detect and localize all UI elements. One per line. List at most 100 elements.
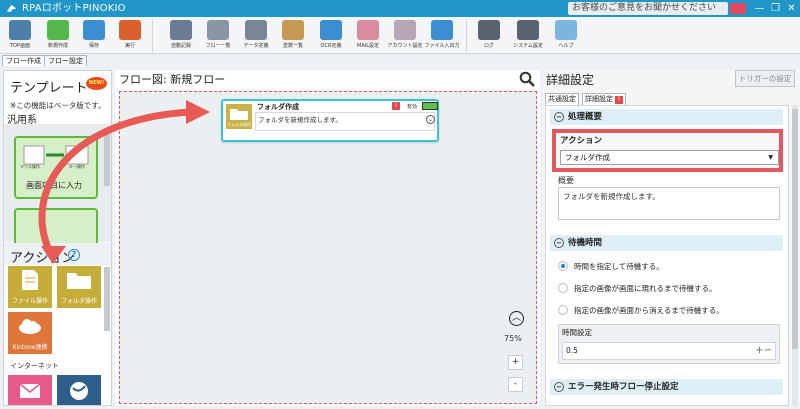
- wait-appear-radio[interactable]: [558, 283, 568, 293]
- wait-disappear-radio[interactable]: [558, 305, 568, 315]
- flow-node[interactable]: フォルダ操作 フォルダ作成 ! 有効 フォルダを新規作成します。 ⌄: [221, 99, 439, 142]
- help-icon[interactable]: ?: [68, 249, 80, 261]
- action-label: アクション: [560, 136, 603, 146]
- detail-title: 詳細設定: [546, 73, 595, 87]
- toolbar-flow-list-button[interactable]: フロー一覧: [200, 19, 236, 53]
- time-setting-label: 時間設定: [562, 328, 592, 337]
- enabled-label: 有効: [407, 104, 418, 110]
- template-sub-key: キー操作: [69, 164, 85, 169]
- app-logo-icon: [6, 4, 17, 13]
- toolbar-record-button[interactable]: 自動記録: [163, 19, 199, 53]
- new-badge: NEW!: [86, 77, 107, 90]
- account-icon: [394, 20, 416, 40]
- action-title: アクション: [10, 251, 75, 266]
- time-setting-group: 時間設定 0.5 +−: [558, 324, 780, 364]
- toolbar-account-button[interactable]: アカウント設定: [387, 19, 423, 53]
- toolbar-settings-button[interactable]: システム設定: [510, 19, 546, 53]
- action-tile-browser[interactable]: [57, 375, 101, 405]
- stepper-icon[interactable]: +−: [755, 343, 772, 359]
- feedback-button[interactable]: お客様のご意見をお聞かせください: [568, 2, 728, 15]
- mail-icon: [357, 20, 379, 40]
- tab-detail-settings[interactable]: 詳細設定!: [582, 93, 626, 105]
- toolbar-data-button[interactable]: データ定義: [238, 19, 274, 53]
- title-bar: RPAロボットPINOKIO お客様のご意見をお聞かせください — ❐ ✕: [0, 0, 800, 17]
- home-icon: [9, 20, 31, 40]
- tab-flow-create[interactable]: フロー作成: [2, 55, 45, 66]
- action-tile-label: Kintone連携: [12, 344, 48, 351]
- toolbar: TOP画面 新規作成 保存 実行 自動記録 フロー一覧 データ定義 変数一覧 O…: [0, 17, 800, 54]
- collapse-icon: −: [554, 382, 564, 392]
- action-select[interactable]: フォルダ作成 ▼: [560, 150, 779, 165]
- toolbar-save-button[interactable]: 保存: [76, 19, 112, 53]
- main-tabs: フロー作成 フロー設定: [0, 54, 800, 66]
- toolbar-file-io-button[interactable]: ファイル入出力: [424, 19, 460, 53]
- section-wait-label: 待機時間: [568, 238, 603, 248]
- toolbar-log-button[interactable]: ログ: [471, 19, 507, 53]
- section-overview[interactable]: − 処理概要: [550, 109, 783, 125]
- left-panel: テンプレート NEW! ※この機能はベータ版です。 汎用系 マウス操作 キー操作…: [3, 70, 112, 406]
- template-title: テンプレート: [10, 81, 88, 96]
- section-wait[interactable]: − 待機時間: [550, 235, 783, 251]
- toolbar-new-button[interactable]: 新規作成: [40, 19, 76, 53]
- feedback-icon[interactable]: [730, 3, 746, 14]
- chevron-down-icon[interactable]: ⌄: [426, 115, 435, 124]
- action-tile-file[interactable]: ファイル操作: [8, 266, 52, 308]
- wait-time-radio[interactable]: [558, 261, 568, 271]
- search-icon[interactable]: [519, 71, 535, 87]
- scroll-thumb[interactable]: [792, 109, 798, 349]
- action-select-value: フォルダ作成: [565, 153, 610, 162]
- template-scrollbar[interactable]: [104, 128, 110, 186]
- collapse-icon: −: [554, 238, 564, 248]
- action-tile-label: ファイル操作: [11, 298, 48, 305]
- tab-flow-settings[interactable]: フロー設定: [44, 55, 87, 66]
- toolbar-top-button[interactable]: TOP画面: [2, 19, 38, 53]
- wait-option-label: 指定の画像が画面から消えるまで待機する。: [574, 306, 724, 315]
- minimize-button[interactable]: —: [751, 0, 768, 17]
- toolbar-variable-button[interactable]: 変数一覧: [275, 19, 311, 53]
- action-highlight-box: アクション フォルダ作成 ▼: [552, 129, 783, 172]
- file-icon: [22, 270, 38, 290]
- chevron-up-icon[interactable]: ︿: [509, 311, 524, 326]
- template-card[interactable]: マウス操作 キー操作 画面項目に入力: [14, 136, 98, 199]
- toolbar-help-button[interactable]: ヘルプ: [548, 19, 584, 53]
- warning-icon: !: [392, 102, 400, 110]
- detail-scrollbar[interactable]: [792, 105, 798, 406]
- variable-icon: [282, 20, 304, 40]
- internet-category: インターネット: [10, 362, 59, 370]
- wait-option-label: 指定の画像が画面に現れるまで待機する。: [574, 284, 717, 293]
- action-tile-kintone[interactable]: Kintone連携: [8, 312, 52, 354]
- action-tile-mail[interactable]: [8, 375, 52, 405]
- template-card[interactable]: [14, 208, 98, 248]
- folder-icon: フォルダ操作: [226, 104, 252, 129]
- toolbar-mail-button[interactable]: MAIL設定: [350, 19, 386, 53]
- trigger-settings-button[interactable]: トリガーの設定: [735, 70, 795, 87]
- zoom-level: 75%: [504, 334, 522, 343]
- maximize-button[interactable]: ❐: [767, 0, 784, 17]
- record-icon: [170, 20, 192, 40]
- window-title: RPAロボットPINOKIO: [22, 3, 126, 14]
- log-icon: [478, 20, 500, 40]
- action-scrollbar[interactable]: [104, 267, 110, 331]
- new-icon: [47, 20, 69, 40]
- ocr-icon: [320, 20, 342, 40]
- flow-canvas[interactable]: フォルダ操作 フォルダ作成 ! 有効 フォルダを新規作成します。 ⌄ ︿ 75%…: [119, 91, 537, 404]
- overview-label: 概要: [558, 176, 574, 185]
- tab-common-settings[interactable]: 共通設定: [545, 93, 579, 105]
- warning-icon: !: [615, 96, 623, 104]
- save-icon: [83, 20, 105, 40]
- flow-list-icon: [207, 20, 229, 40]
- enabled-toggle[interactable]: [422, 102, 438, 110]
- toolbar-ocr-button[interactable]: OCR定義: [313, 19, 349, 53]
- action-tile-folder[interactable]: フォルダ操作: [57, 266, 101, 308]
- node-description: フォルダを新規作成します。: [255, 112, 435, 131]
- detail-panel: 詳細設定 トリガーの設定 共通設定 詳細設定! − 処理概要 アクション フォルダ…: [543, 70, 800, 406]
- toolbar-run-button[interactable]: 実行: [112, 19, 148, 53]
- zoom-out-button[interactable]: -: [508, 377, 523, 392]
- time-input[interactable]: 0.5 +−: [562, 342, 776, 360]
- zoom-in-button[interactable]: +: [508, 355, 523, 370]
- template-illustration-icon: [23, 145, 89, 165]
- overview-textarea[interactable]: フォルダを新規作成します。: [558, 187, 780, 220]
- close-button[interactable]: ✕: [783, 0, 800, 17]
- time-value: 0.5: [566, 346, 578, 355]
- section-error-stop[interactable]: − エラー発生時フロー停止設定: [550, 379, 783, 395]
